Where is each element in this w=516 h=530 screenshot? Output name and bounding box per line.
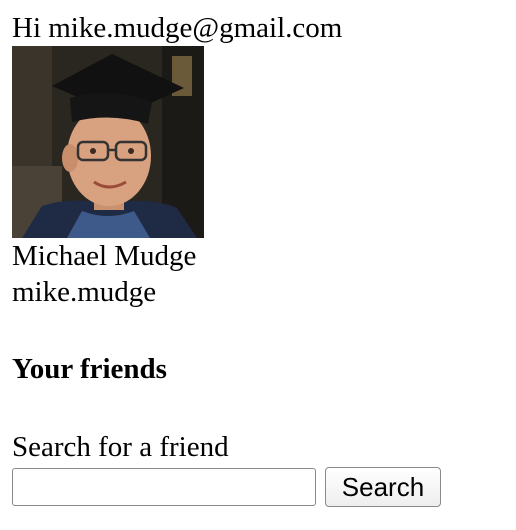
- search-input[interactable]: [12, 468, 316, 506]
- profile-username: mike.mudge: [12, 276, 157, 308]
- greeting-text: Hi mike.mudge@gmail.com: [12, 12, 343, 44]
- friends-heading: Your friends: [12, 353, 167, 385]
- profile-full-name: Michael Mudge: [12, 240, 197, 272]
- search-form: Search: [12, 465, 516, 509]
- search-label: Search for a friend: [12, 431, 229, 463]
- page-root: Hi mike.mudge@gmail.com Michael Mudge mi…: [0, 0, 516, 530]
- profile-photo: [12, 46, 204, 238]
- search-button[interactable]: Search: [325, 467, 441, 507]
